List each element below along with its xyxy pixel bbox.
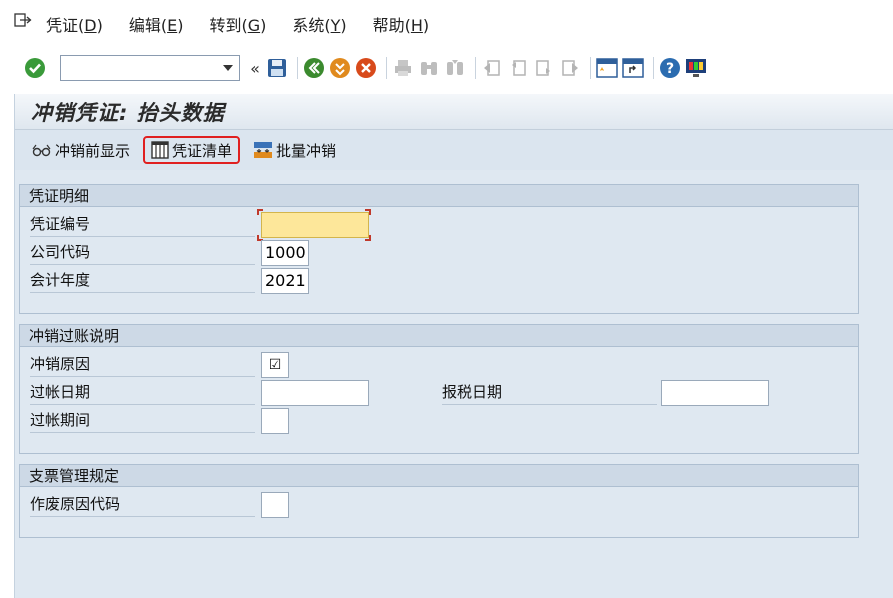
group-title: 冲销过账说明 [20, 325, 858, 347]
company-code-label: 公司代码 [30, 240, 255, 265]
menu-help[interactable]: 帮助(H) [373, 12, 430, 36]
reversal-reason-value: ☑ [268, 357, 282, 373]
toolbar-separator [653, 57, 654, 79]
toolbar-separator [386, 57, 387, 79]
print-icon[interactable] [392, 57, 414, 79]
menu-bar: 凭证(D) 编辑(E) 转到(G) 系统(Y) 帮助(H) [0, 0, 893, 48]
application-toolbar: 冲销前显示 凭证清单 批量冲销 [15, 130, 893, 170]
chevron-down-icon[interactable] [223, 65, 233, 71]
focus-corner [365, 235, 371, 241]
last-page-icon[interactable] [559, 57, 581, 79]
posting-date-label: 过帐日期 [30, 380, 255, 405]
tax-date-label: 报税日期 [442, 380, 657, 405]
first-page-icon[interactable] [481, 57, 503, 79]
find-next-icon[interactable] [444, 57, 466, 79]
menu-document[interactable]: 凭证(D) [46, 12, 103, 36]
menu-system[interactable]: 系统(Y) [292, 12, 346, 36]
check-management-group: 支票管理规定 作废原因代码 [19, 464, 859, 538]
svg-text:?: ? [666, 61, 674, 77]
cancel-icon[interactable] [355, 57, 377, 79]
glasses-icon [32, 143, 52, 157]
fiscal-year-field[interactable]: 2021 [261, 268, 309, 294]
find-icon[interactable] [418, 57, 440, 79]
reversal-reason-label: 冲销原因 [30, 352, 255, 377]
exit-icon[interactable] [329, 57, 351, 79]
tax-date-field[interactable] [661, 380, 769, 406]
previous-page-icon[interactable] [507, 57, 529, 79]
command-field[interactable] [60, 55, 240, 81]
main-screen: 冲销凭证: 抬头数据 冲销前显示 凭证清单 批量冲销 凭证明细 凭证编号 公司代… [14, 94, 893, 598]
create-session-icon[interactable] [596, 57, 618, 79]
group-title: 凭证明细 [20, 185, 858, 207]
document-number-label: 凭证编号 [30, 212, 255, 237]
collapse-arrows-icon[interactable]: « [248, 57, 262, 79]
menu-edit[interactable]: 编辑(E) [129, 12, 184, 36]
screen-title-bar: 冲销凭证: 抬头数据 [15, 94, 893, 130]
toolbar-separator [475, 57, 476, 79]
next-page-icon[interactable] [533, 57, 555, 79]
document-list-label: 凭证清单 [172, 141, 233, 160]
page-title: 冲销凭证: 抬头数据 [31, 100, 225, 125]
void-reason-code-field[interactable] [261, 492, 289, 518]
customize-layout-icon[interactable] [685, 57, 707, 79]
document-details-group: 凭证明细 凭证编号 公司代码 1000 会计年度 2021 [19, 184, 859, 314]
shortcut-icon[interactable] [622, 57, 644, 79]
exit-menu-icon[interactable] [14, 13, 32, 27]
company-code-field[interactable]: 1000 [261, 240, 309, 266]
save-icon[interactable] [266, 57, 288, 79]
document-list-button[interactable]: 凭证清单 [143, 136, 241, 164]
display-before-reversal-label: 冲销前显示 [55, 141, 131, 160]
toolbar-separator [590, 57, 591, 79]
focus-corner [365, 209, 371, 215]
help-icon[interactable]: ? [659, 57, 681, 79]
display-before-reversal-button[interactable]: 冲销前显示 [27, 136, 135, 164]
fiscal-year-label: 会计年度 [30, 268, 255, 293]
posting-period-label: 过帐期间 [30, 408, 255, 433]
mass-reversal-button[interactable]: 批量冲销 [248, 136, 341, 164]
posting-period-field[interactable] [261, 408, 289, 434]
list-icon [151, 141, 169, 159]
reversal-details-group: 冲销过账说明 冲销原因 ☑ 过帐日期 报税日期 过帐期间 [19, 324, 859, 454]
enter-check-icon[interactable] [24, 57, 46, 79]
back-icon[interactable] [303, 57, 325, 79]
posting-date-field[interactable] [261, 380, 369, 406]
void-reason-code-label: 作废原因代码 [30, 492, 255, 517]
menu-goto[interactable]: 转到(G) [209, 12, 266, 36]
standard-toolbar: « ? [0, 48, 893, 88]
command-input[interactable] [61, 56, 211, 80]
group-title: 支票管理规定 [20, 465, 858, 487]
reversal-reason-field[interactable]: ☑ [261, 352, 289, 378]
toolbar-separator [297, 57, 298, 79]
mass-reversal-label: 批量冲销 [276, 141, 337, 160]
document-number-field[interactable] [261, 212, 369, 238]
mass-reversal-icon [253, 141, 273, 159]
focus-corner [257, 209, 263, 215]
